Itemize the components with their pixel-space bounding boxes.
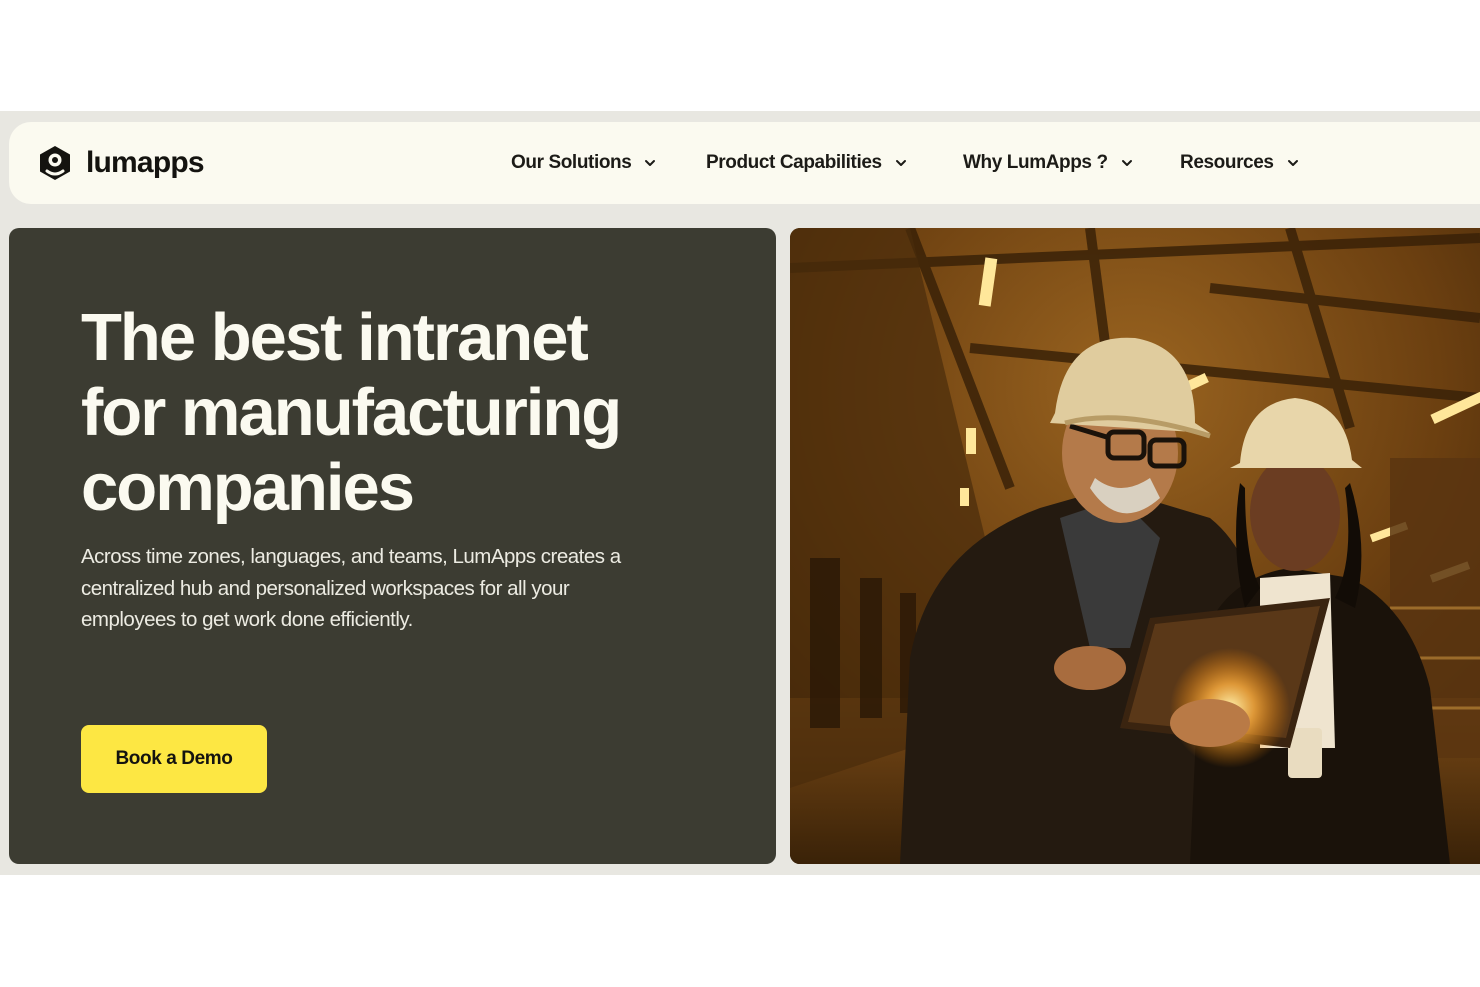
nav-item-why-lumapps[interactable]: Why LumApps ? <box>963 146 1134 180</box>
brand-name: lumapps <box>86 146 205 179</box>
chevron-down-icon <box>895 160 906 166</box>
hero-image <box>790 228 1480 864</box>
hero-title-line: for manufacturing <box>81 375 622 450</box>
hero-description-line: Across time zones, languages, and teams,… <box>81 545 621 568</box>
chevron-down-icon <box>1121 160 1132 166</box>
brand-logo[interactable]: lumapps <box>36 144 205 182</box>
chevron-down-icon <box>1287 160 1298 166</box>
hero-title-line: companies <box>81 450 415 525</box>
nav-item-our-solutions[interactable]: Our Solutions <box>511 146 657 180</box>
hero-description-line: employees to get work done efficiently. <box>81 608 413 631</box>
nav-item-product-capabilities[interactable]: Product Capabilities <box>706 146 908 180</box>
nav-item-resources[interactable]: Resources <box>1180 146 1300 180</box>
hero-title-line: The best intranet <box>81 300 589 375</box>
nav-item-label: Resources <box>1180 152 1274 173</box>
nav-item-label: Product Capabilities <box>706 152 882 173</box>
hero-description: Across time zones, languages, and teams,… <box>81 541 661 636</box>
factory-engineers-illustration <box>790 228 1480 864</box>
hero-title: The best intranet for manufacturing comp… <box>81 300 731 525</box>
nav-item-label: Our Solutions <box>511 152 632 173</box>
hero-description-line: centralized hub and personalized workspa… <box>81 576 570 600</box>
lumapps-hexagon-logo-icon <box>40 146 70 180</box>
book-demo-button[interactable]: Book a Demo <box>81 725 267 793</box>
nav-item-label: Why LumApps ? <box>963 152 1108 173</box>
chevron-down-icon <box>645 160 656 166</box>
